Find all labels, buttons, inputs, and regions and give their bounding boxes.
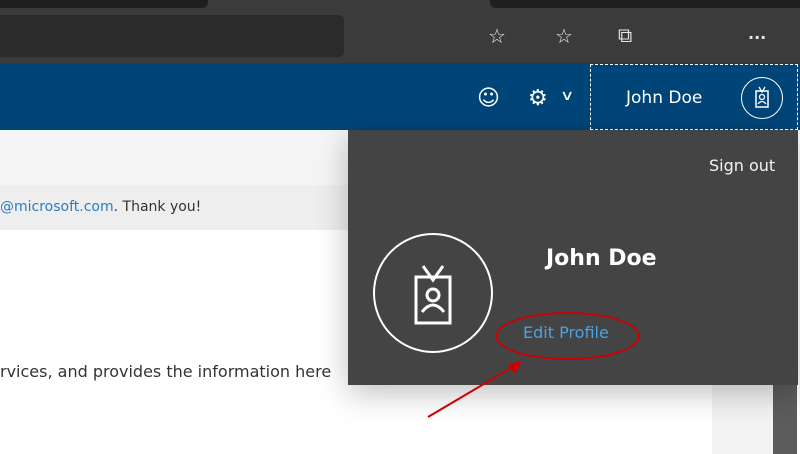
browser-tab[interactable] xyxy=(0,0,208,8)
browser-tab[interactable] xyxy=(490,0,800,8)
gear-icon[interactable]: ⚙ xyxy=(528,86,548,111)
address-bar[interactable] xyxy=(0,15,344,57)
badge-avatar-icon[interactable] xyxy=(741,77,783,119)
body-text: rvices, and provides the information her… xyxy=(0,362,332,381)
notice-text: @microsoft.com. Thank you! xyxy=(0,199,201,215)
smiley-icon[interactable]: ☺ xyxy=(477,86,500,111)
profile-name: John Doe xyxy=(546,246,657,271)
account-name: John Doe xyxy=(626,88,703,108)
annotation-arrow xyxy=(427,361,522,418)
badge-avatar-icon xyxy=(373,233,493,353)
scrollbar[interactable] xyxy=(773,385,797,454)
more-icon[interactable]: ... xyxy=(748,24,766,44)
annotation-highlight-oval xyxy=(495,312,640,360)
favorites-icon[interactable]: ☆ xyxy=(555,26,573,46)
favorite-add-icon[interactable]: ☆ xyxy=(488,26,506,46)
notice-email-link[interactable]: @microsoft.com xyxy=(0,199,114,215)
collections-icon[interactable]: ⧉ xyxy=(618,25,632,45)
chevron-down-icon[interactable]: ∨ xyxy=(560,88,574,104)
sign-out-link[interactable]: Sign out xyxy=(709,156,775,175)
notice-rest: . Thank you! xyxy=(113,199,202,215)
